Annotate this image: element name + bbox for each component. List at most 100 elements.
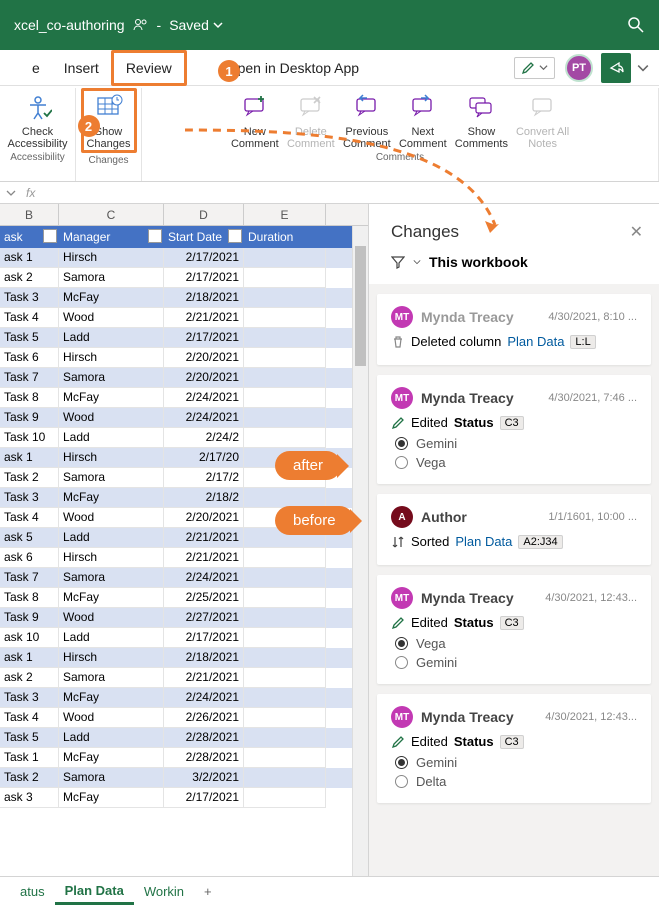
card-time: 4/30/2021, 12:43... [545, 592, 637, 604]
change-card[interactable]: MTMynda Treacy4/30/2021, 8:10 ...Deleted… [377, 294, 651, 365]
pen-icon [521, 61, 535, 75]
change-value: Gemini [395, 753, 637, 772]
change-card[interactable]: AAuthor1/1/1601, 10:00 ...Sorted Plan Da… [377, 494, 651, 565]
show-changes-button[interactable]: 2 Show Changes [81, 88, 137, 153]
table-row[interactable]: Task 5Ladd2/28/2021 [0, 728, 368, 748]
convert-notes-button: Convert AllNotes [512, 88, 573, 150]
tab-insert[interactable]: Insert [52, 50, 111, 86]
card-action: Edited Status C3 [391, 728, 637, 753]
add-sheet-button[interactable]: + [194, 880, 222, 903]
funnel-icon [391, 255, 405, 269]
card-time: 4/30/2021, 8:10 ... [548, 311, 637, 323]
change-card[interactable]: MTMynda Treacy4/30/2021, 12:43...Edited … [377, 575, 651, 684]
col-header-E[interactable]: E [244, 204, 326, 225]
sheet-tabs: atus Plan Data Workin + [0, 876, 659, 906]
table-row[interactable]: Task 6Hirsch2/20/2021 [0, 348, 368, 368]
table-row[interactable]: ask 1Hirsch2/18/2021 [0, 648, 368, 668]
cell-ref: C3 [500, 616, 524, 630]
people-icon [133, 17, 149, 33]
table-row[interactable]: Task 2Samora3/2/2021 [0, 768, 368, 788]
change-value: Vega [395, 634, 637, 653]
card-time: 4/30/2021, 12:43... [545, 711, 637, 723]
table-row[interactable]: Task 10Ladd2/24/2 [0, 428, 368, 448]
table-row[interactable]: Task 9Wood2/27/2021 [0, 608, 368, 628]
table-row[interactable]: Task 7Samora2/20/2021 [0, 368, 368, 388]
user-avatar[interactable]: PT [565, 54, 593, 82]
table-row[interactable]: Task 9Wood2/24/2021 [0, 408, 368, 428]
card-user: Mynda Treacy [421, 390, 514, 406]
share-button[interactable] [601, 53, 631, 83]
cell-ref: C3 [500, 735, 524, 749]
editing-mode-button[interactable] [514, 57, 555, 79]
previous-comment-button[interactable]: PreviousComment [339, 88, 395, 150]
table-row[interactable]: Task 5Ladd2/17/2021 [0, 328, 368, 348]
header-task[interactable]: ask [0, 226, 59, 248]
card-action: Edited Status C3 [391, 409, 637, 434]
col-header-C[interactable]: C [59, 204, 164, 225]
check-accessibility-button[interactable]: Check Accessibility [4, 88, 72, 150]
table-row[interactable]: ask 2Samora2/17/2021 [0, 268, 368, 288]
edit-icon [391, 616, 405, 630]
table-row[interactable]: Task 3McFay2/18/2021 [0, 288, 368, 308]
change-card[interactable]: MTMynda Treacy4/30/2021, 7:46 ...Edited … [377, 375, 651, 484]
tab-review[interactable]: Review [111, 50, 187, 86]
table-row[interactable]: ask 10Ladd2/17/2021 [0, 628, 368, 648]
close-icon[interactable]: ✕ [630, 222, 643, 242]
col-header-B[interactable]: B [0, 204, 59, 225]
table-row[interactable]: Task 3McFay2/24/2021 [0, 688, 368, 708]
delete-comment-button: DeleteComment [283, 88, 339, 150]
sheet-tab-working[interactable]: Workin [134, 880, 194, 903]
saved-state[interactable]: Saved [169, 17, 223, 33]
pane-title: Changes [391, 222, 459, 242]
col-header-D[interactable]: D [164, 204, 244, 225]
sheet-tab-plan-data[interactable]: Plan Data [55, 879, 134, 905]
formula-bar[interactable]: fx [0, 182, 659, 204]
chevron-down-icon [539, 63, 548, 72]
table-row[interactable]: ask 6Hirsch2/21/2021 [0, 548, 368, 568]
table-row[interactable]: Task 3McFay2/18/2 [0, 488, 368, 508]
show-comments-button[interactable]: ShowComments [451, 88, 512, 150]
changes-pane: Changes ✕ This workbook MTMynda Treacy4/… [369, 204, 659, 876]
table-row[interactable]: Task 4Wood2/26/2021 [0, 708, 368, 728]
header-manager[interactable]: Manager [59, 226, 164, 248]
filter-icon[interactable] [43, 229, 57, 243]
table-row[interactable]: Task 7Samora2/24/2021 [0, 568, 368, 588]
group-label-comments: Comments [376, 150, 424, 165]
chevron-down-icon[interactable] [6, 188, 16, 198]
avatar: MT [391, 706, 413, 728]
edit-icon [391, 416, 405, 430]
card-user: Mynda Treacy [421, 590, 514, 606]
card-action: Sorted Plan Data A2:J34 [391, 528, 637, 553]
table-row[interactable]: Task 8McFay2/25/2021 [0, 588, 368, 608]
tab-partial[interactable]: e [20, 50, 52, 86]
new-comment-button[interactable]: NewComment [227, 88, 283, 150]
header-duration[interactable]: Duration [244, 226, 326, 248]
change-value: Delta [395, 772, 637, 791]
vertical-scrollbar[interactable] [352, 226, 368, 876]
cell-ref: C3 [500, 416, 524, 430]
table-row[interactable]: Task 1McFay2/28/2021 [0, 748, 368, 768]
annotation-badge-1: 1 [218, 60, 240, 82]
table-row[interactable]: ask 3McFay2/17/2021 [0, 788, 368, 808]
change-card[interactable]: MTMynda Treacy4/30/2021, 12:43...Edited … [377, 694, 651, 803]
annotation-before: before [275, 506, 354, 535]
ribbon-tabs: e Insert Review 1 Open in Desktop App PT [0, 50, 659, 86]
sheet-tab-status[interactable]: atus [10, 880, 55, 903]
chevron-down-icon[interactable] [637, 62, 649, 74]
table-row[interactable]: ask 2Samora2/21/2021 [0, 668, 368, 688]
filter-icon[interactable] [148, 229, 162, 243]
table-row[interactable]: ask 1Hirsch2/17/2021 [0, 248, 368, 268]
worksheet[interactable]: B C D E ask Manager Start Date Duration … [0, 204, 369, 876]
change-value: Gemini [395, 653, 637, 672]
chevron-down-icon [413, 258, 421, 266]
next-comment-button[interactable]: NextComment [395, 88, 451, 150]
header-start[interactable]: Start Date [164, 226, 244, 248]
table-row[interactable]: Task 8McFay2/24/2021 [0, 388, 368, 408]
filter-icon[interactable] [228, 229, 242, 243]
search-icon[interactable] [627, 16, 645, 34]
table-row[interactable]: Task 4Wood2/21/2021 [0, 308, 368, 328]
titlebar: xcel_co-authoring - Saved [0, 0, 659, 50]
change-value: Gemini [395, 434, 637, 453]
group-label-accessibility: Accessibility [10, 150, 64, 165]
pane-filter[interactable]: This workbook [369, 254, 659, 284]
